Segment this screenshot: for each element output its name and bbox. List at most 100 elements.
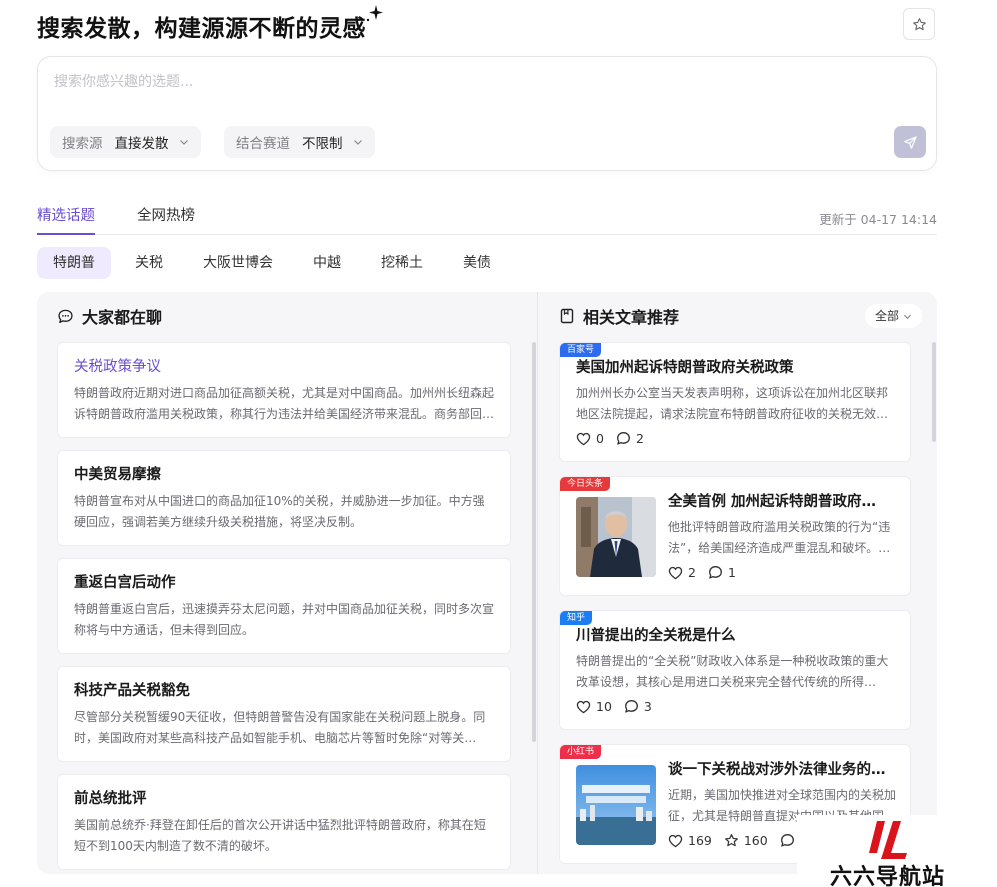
like-count-value: 2 [688, 565, 696, 580]
track-select[interactable]: 结合赛道 不限制 [224, 126, 375, 158]
discussion-card[interactable]: 前总统批评 美国前总统乔·拜登在卸任后的首次公开讲话中猛烈批评特朗普政府，称其在… [57, 774, 511, 870]
discussion-title: 大家都在聊 [82, 308, 163, 327]
favorite-count-value: 160 [743, 833, 768, 848]
source-badge: 小红书 [560, 745, 602, 759]
comment-count-value: 2 [635, 431, 644, 446]
track-label: 结合赛道 [236, 136, 290, 152]
heart-icon [576, 432, 591, 445]
discussion-card[interactable]: 关税政策争议 特朗普政府近期对进口商品加征高额关税，尤其是对中国商品。加州州长纽… [57, 342, 511, 438]
article-scrollbar[interactable] [932, 342, 936, 442]
article-stats: 2 1 [668, 565, 748, 580]
article-filter-value: 全部 [875, 309, 900, 323]
panel-divider [537, 292, 538, 874]
search-source-value: 直接发散 [114, 136, 169, 152]
discussion-card-title: 科技产品关税豁免 [74, 683, 190, 699]
article-list: 百家号 美国加州起诉特朗普政府关税政策 加州州长办公室当天发表声明称，这项诉讼在… [559, 342, 911, 874]
topic-chip[interactable]: 大阪世博会 [187, 247, 289, 279]
discussion-card-title: 前总统批评 [74, 791, 147, 807]
comment-count[interactable]: 2 [616, 431, 644, 446]
heart-icon [668, 834, 683, 847]
tab-featured-topics[interactable]: 精选话题 [37, 204, 95, 235]
document-icon [560, 308, 574, 324]
send-icon [903, 135, 917, 149]
like-count[interactable]: 0 [576, 431, 604, 446]
comment-count[interactable]: 1 [708, 565, 736, 580]
search-input[interactable] [54, 71, 914, 93]
article-title: 全美首例 加州起诉特朗普政府… [668, 494, 877, 510]
discussion-card-title: 重返白宫后动作 [74, 575, 176, 591]
discussion-header: 大家都在聊 [57, 304, 162, 328]
article-filter-select[interactable]: 全部 [865, 304, 923, 328]
watermark: 六六导航站 [797, 815, 997, 887]
favorite-count[interactable]: 160 [724, 833, 768, 848]
comment-count-value: 3 [643, 699, 652, 714]
like-count[interactable]: 2 [668, 565, 696, 580]
content-panel: 大家都在聊 关税政策争议 特朗普政府近期对进口商品加征高额关税，尤其是对中国商品… [37, 292, 937, 874]
discussion-card-desc: 特朗普政府近期对进口商品加征高额关税，尤其是对中国商品。加州州长纽森起诉特朗普政… [74, 386, 494, 421]
chat-bubble-icon [58, 309, 73, 323]
star-icon [724, 834, 738, 847]
heart-icon [576, 700, 591, 713]
track-value: 不限制 [302, 136, 343, 152]
watermark-text: 六六导航站 [830, 865, 946, 887]
topic-chip[interactable]: 特朗普 [37, 247, 111, 279]
discussion-card-title: 中美贸易摩擦 [74, 467, 161, 483]
comment-icon [780, 834, 794, 847]
sparkle-icon [366, 5, 383, 22]
article-title: 美国加州起诉特朗普政府关税政策 [576, 360, 794, 376]
comment-count[interactable]: 3 [624, 699, 652, 714]
article-stats: 10 3 [576, 699, 664, 714]
discussion-card-desc: 尽管部分关税暂缓90天征收，但特朗普警告没有国家能在关税问题上脱身。同时，美国政… [74, 710, 486, 745]
source-badge: 今日头条 [560, 477, 611, 491]
article-desc: 他批评特朗普政府滥用关税政策的行为“违法”，给美国经济造成严重混乱和破坏。… [668, 520, 891, 555]
send-button[interactable] [894, 126, 926, 158]
search-source-select[interactable]: 搜索源 直接发散 [50, 126, 201, 158]
tab-hot-list[interactable]: 全网热榜 [137, 204, 195, 235]
discussion-scrollbar[interactable] [532, 342, 536, 874]
topic-chip[interactable]: 关税 [119, 247, 179, 279]
discussion-list: 关税政策争议 特朗普政府近期对进口商品加征高额关税，尤其是对中国商品。加州州长纽… [57, 342, 517, 874]
heart-icon [668, 566, 683, 579]
search-source-label: 搜索源 [62, 136, 103, 152]
like-count-value: 0 [596, 431, 604, 446]
discussion-card-desc: 特朗普重返白宫后，迅速摸弄芬太尼问题，并对中国商品加征关税，同时多次宣称将与中方… [74, 602, 494, 637]
article-thumbnail [576, 497, 656, 577]
articles-title: 相关文章推荐 [583, 308, 680, 327]
watermark-logo-icon [869, 821, 907, 859]
article-card[interactable]: 今日头条 全美首例 加州起诉特朗普政府… 他批评特朗普政府滥用关税政策的行为“违… [559, 476, 911, 596]
article-title: 谈一下关税战对涉外法律业务的… [668, 762, 886, 778]
article-thumbnail [576, 765, 656, 845]
like-count[interactable]: 169 [668, 833, 712, 848]
comment-icon [616, 432, 630, 445]
discussion-card-desc: 美国前总统乔·拜登在卸任后的首次公开讲话中猛烈批评特朗普政府，称其在短短不到10… [74, 818, 486, 853]
discussion-card[interactable]: 重返白宫后动作 特朗普重返白宫后，迅速摸弄芬太尼问题，并对中国商品加征关税，同时… [57, 558, 511, 654]
star-icon [912, 17, 926, 30]
page-title-text: 搜索发散，构建源源不断的灵感 [37, 16, 366, 42]
update-time: 更新于 04-17 14:14 [819, 212, 937, 227]
article-title: 川普提出的全关税是什么 [576, 628, 736, 644]
chevron-down-icon [179, 140, 188, 145]
comment-count-value: 1 [727, 565, 736, 580]
source-badge: 知乎 [560, 611, 593, 625]
chevron-down-icon [903, 314, 912, 319]
page-title: 搜索发散，构建源源不断的灵感 [37, 5, 383, 43]
like-count-value: 169 [688, 833, 712, 848]
article-card[interactable]: 知乎 川普提出的全关税是什么 特朗普提出的“全关税”财政收入体系是一种税收政策的… [559, 610, 911, 730]
articles-header: 相关文章推荐 [559, 304, 679, 328]
topic-chip[interactable]: 中越 [297, 247, 357, 279]
discussion-card[interactable]: 科技产品关税豁免 尽管部分关税暂缓90天征收，但特朗普警告没有国家能在关税问题上… [57, 666, 511, 762]
topic-chip[interactable]: 美债 [447, 247, 507, 279]
source-badge: 百家号 [560, 343, 602, 357]
topic-chip[interactable]: 挖稀土 [365, 247, 439, 279]
favorite-button[interactable] [903, 8, 935, 40]
like-count-value: 10 [596, 699, 612, 714]
discussion-card[interactable]: 中美贸易摩擦 特朗普宣布对从中国进口的商品加征10%的关税，并威胁进一步加征。中… [57, 450, 511, 546]
comment-icon [624, 700, 638, 713]
like-count[interactable]: 10 [576, 699, 612, 714]
article-desc: 加州州长办公室当天发表声明称，这项诉讼在加州北区联邦地区法院提起，请求法院宣布特… [576, 386, 889, 421]
article-desc: 特朗普提出的“全关税”财政收入体系是一种税收政策的重大改革设想，其核心是用进口关… [576, 654, 889, 689]
article-card[interactable]: 百家号 美国加州起诉特朗普政府关税政策 加州州长办公室当天发表声明称，这项诉讼在… [559, 342, 911, 462]
search-panel: 搜索源 直接发散 结合赛道 不限制 [37, 56, 937, 171]
discussion-card-title: 关税政策争议 [74, 359, 161, 375]
comment-icon [708, 566, 722, 579]
